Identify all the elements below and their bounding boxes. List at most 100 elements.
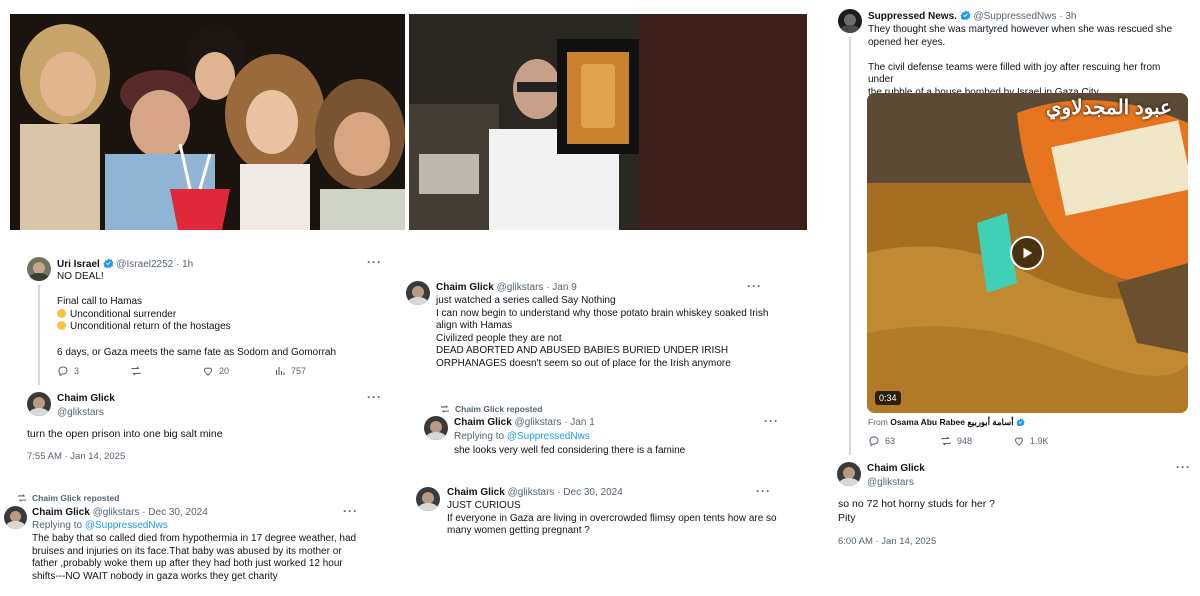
author-handle[interactable]: @glikstars xyxy=(497,282,544,293)
more-options-icon[interactable]: ··· xyxy=(343,504,358,518)
tweet-line: If everyone in Gaza are living in overcr… xyxy=(447,512,777,524)
verified-badge-icon xyxy=(103,258,114,269)
video-attribution: From Osama Abu Rabee أسامة أبوربيع xyxy=(868,417,1025,428)
post-time[interactable]: · 1h xyxy=(176,259,193,270)
uri-tweet-body: NO DEAL! Final call to Hamas Uncondition… xyxy=(57,271,357,359)
reply-icon xyxy=(58,366,68,377)
chaim-glick-avatar[interactable] xyxy=(837,462,861,486)
more-options-icon[interactable]: ··· xyxy=(1176,460,1191,474)
bullet-item: Unconditional surrender xyxy=(57,308,357,322)
author-name[interactable]: Chaim Glick xyxy=(867,463,925,474)
more-options-icon[interactable]: ··· xyxy=(367,390,382,404)
verified-badge-icon xyxy=(1016,418,1025,427)
repost-action[interactable]: 948 xyxy=(940,435,972,447)
bar-chart-icon xyxy=(275,367,285,375)
chaim-glick-avatar[interactable] xyxy=(406,281,430,305)
like-action[interactable]: 20 xyxy=(202,365,229,377)
tweet-line: align with Hamas xyxy=(436,320,513,332)
reply-action[interactable]: 3 xyxy=(57,365,79,377)
reply-timestamp[interactable]: 6:00 AM · Jan 14, 2025 xyxy=(838,536,936,547)
rescue-video[interactable]: عبود المجدلاوي 0:34 xyxy=(867,93,1188,413)
whiskey-box-photo[interactable] xyxy=(409,14,807,230)
uri-israel-avatar[interactable] xyxy=(27,257,51,281)
replying-to-line: Replying to @SuppressedNws xyxy=(32,520,168,531)
tweet-body: JUST CURIOUS If everyone in Gaza are liv… xyxy=(447,500,787,538)
tweet-line: DEAD ABORTED AND ABUSED BABIES BURIED UN… xyxy=(436,345,729,357)
play-icon xyxy=(1023,247,1033,259)
author-handle[interactable]: @glikstars xyxy=(508,487,555,498)
author-handle[interactable]: @glikstars xyxy=(867,477,925,488)
reply-text: turn the open prison into one big salt m… xyxy=(27,428,223,440)
author-name[interactable]: Chaim Glick xyxy=(32,507,90,518)
repost-action[interactable] xyxy=(130,365,142,377)
heart-icon xyxy=(203,367,213,376)
tweet-line: so no 72 hot horny studs for her ? xyxy=(838,498,996,510)
author-name[interactable]: Chaim Glick xyxy=(454,417,512,428)
reply-action[interactable]: 63 xyxy=(868,435,895,447)
repost-icon xyxy=(18,494,26,502)
author-name[interactable]: Chaim Glick xyxy=(57,393,115,404)
more-options-icon[interactable]: ··· xyxy=(367,255,382,269)
tweet-line: just watched a series called Say Nothing xyxy=(436,295,616,306)
reposted-indicator: Chaim Glick reposted xyxy=(440,404,542,414)
post-time[interactable]: · Dec 30, 2024 xyxy=(142,507,208,518)
suppressed-tweet-body: They thought she was martyred however wh… xyxy=(868,24,1188,100)
author-name[interactable]: Suppressed News. xyxy=(868,11,957,22)
post-time[interactable]: · 3h xyxy=(1059,11,1076,22)
author-name[interactable]: Chaim Glick xyxy=(447,487,505,498)
uri-tweet-header: Uri Israel @Israel2252 · 1h xyxy=(57,258,193,270)
suppressed-tweet-header: Suppressed News. @SuppressedNws · 3h xyxy=(868,10,1076,22)
post-time[interactable]: · Dec 30, 2024 xyxy=(557,487,623,498)
replying-to-link[interactable]: @SuppressedNws xyxy=(85,520,168,531)
chaim-glick-avatar[interactable] xyxy=(27,392,51,416)
tweet-line: bruises and injuries on its face.That ba… xyxy=(32,545,342,557)
author-handle[interactable]: @SuppressedNws xyxy=(973,11,1056,22)
views-action[interactable]: 757 xyxy=(274,365,306,377)
tweet-line: 6 days, or Gaza meets the same fate as S… xyxy=(57,346,337,358)
author-handle[interactable]: @glikstars xyxy=(515,417,562,428)
repost-header: Chaim Glick @glikstars · Dec 30, 2024 xyxy=(32,507,208,518)
reply-icon xyxy=(869,436,879,447)
more-options-icon[interactable]: ··· xyxy=(756,484,771,498)
suppressed-news-avatar[interactable] xyxy=(838,9,862,33)
reply-timestamp[interactable]: 7:55 AM · Jan 14, 2025 xyxy=(27,451,125,462)
whiskey-box-photo-art xyxy=(409,14,807,230)
more-options-icon[interactable]: ··· xyxy=(747,279,762,293)
tweet-line: They thought she was martyred however wh… xyxy=(868,24,1173,35)
yellow-circle-icon xyxy=(57,321,66,331)
replying-to-link[interactable]: @SuppressedNws xyxy=(507,431,590,442)
tweet-line: father ,probably woke them up after they… xyxy=(32,558,343,570)
tweet-header: Chaim Glick @glikstars · Dec 30, 2024 xyxy=(447,487,623,498)
thread-line xyxy=(38,285,40,385)
tweet-line: The baby that so called died from hypoth… xyxy=(32,533,357,544)
chaim-glick-avatar[interactable] xyxy=(4,506,27,529)
post-time[interactable]: · Jan 1 xyxy=(564,417,595,428)
author-handle[interactable]: @glikstars xyxy=(57,407,115,418)
author-name[interactable]: Uri Israel xyxy=(57,259,100,270)
tweet-line: opened her eyes. xyxy=(868,36,946,48)
video-duration: 0:34 xyxy=(875,391,901,405)
tweet-line: The civil defense teams were filled with… xyxy=(868,61,1161,86)
author-name[interactable]: Chaim Glick xyxy=(436,282,494,293)
group-party-photo[interactable] xyxy=(10,14,405,230)
chaim-glick-avatar[interactable] xyxy=(416,487,440,511)
tweet-line: Final call to Hamas xyxy=(57,296,143,308)
reply-body: so no 72 hot horny studs for her ? Pity xyxy=(838,497,995,525)
chaim-glick-avatar[interactable] xyxy=(424,416,448,440)
more-options-icon[interactable]: ··· xyxy=(764,414,779,428)
like-action[interactable]: 1.9K xyxy=(1013,435,1049,447)
play-button[interactable] xyxy=(1010,236,1044,270)
verified-badge-icon xyxy=(960,10,971,21)
author-handle[interactable]: @glikstars xyxy=(93,507,140,518)
post-time[interactable]: · Jan 9 xyxy=(546,282,577,293)
tweet-header: Chaim Glick @glikstars · Jan 9 xyxy=(436,282,577,293)
attribution-name[interactable]: Osama Abu Rabee أسامة أبوربيع xyxy=(890,417,1013,427)
tweet-line: JUST CURIOUS xyxy=(447,500,521,511)
reposted-indicator: Chaim Glick reposted xyxy=(17,493,119,503)
author-handle[interactable]: @Israel2252 xyxy=(116,259,173,270)
tweet-line: shifts---NO WAIT nobody in gaza works th… xyxy=(32,570,278,582)
tweet-line: many women getting pregnant ? xyxy=(447,525,590,537)
tweet-line: NO DEAL! xyxy=(57,271,104,282)
thread-line xyxy=(849,37,851,455)
repost-icon xyxy=(131,366,141,376)
